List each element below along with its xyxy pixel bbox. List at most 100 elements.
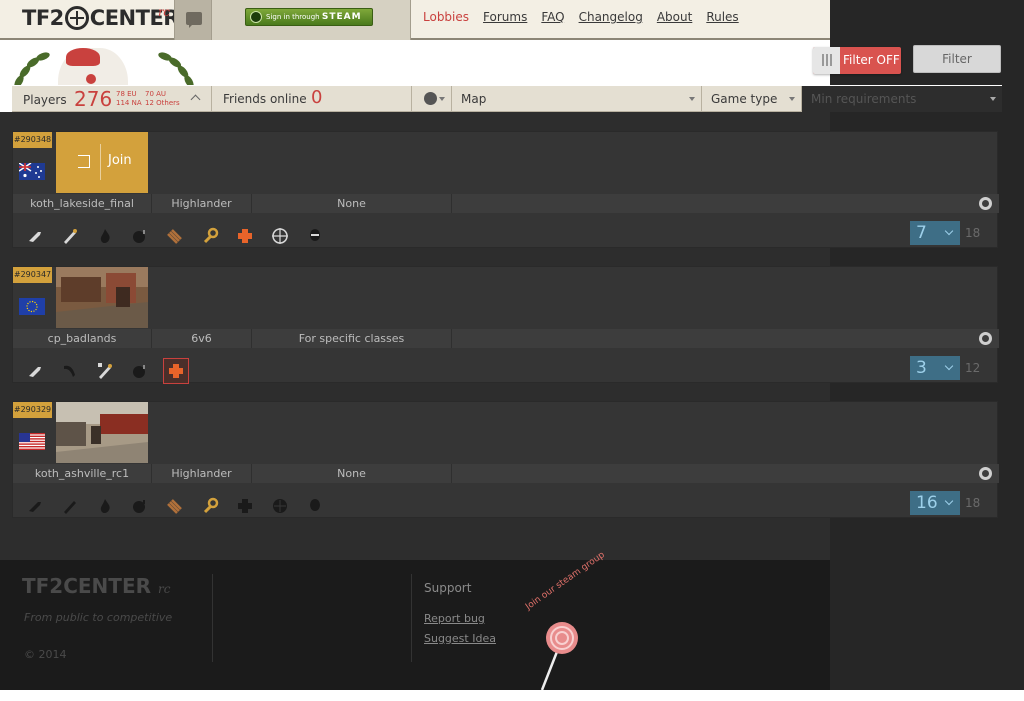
nav-lobbies[interactable]: Lobbies xyxy=(423,10,469,24)
slots-filled: 7 xyxy=(916,223,927,243)
nav-rules[interactable]: Rules xyxy=(706,10,738,24)
demoman-icon[interactable] xyxy=(130,496,150,516)
steam-group-lollipop-icon[interactable] xyxy=(520,598,610,690)
join-icon xyxy=(78,155,90,168)
join-label: Join xyxy=(108,153,132,168)
lobby-card[interactable]: #290348 Join koth_lakeside_final Highlan… xyxy=(12,131,999,248)
slot-count-dropdown[interactable]: 16 xyxy=(910,491,960,515)
laurel-right-icon xyxy=(148,48,208,90)
scout-icon[interactable] xyxy=(25,226,45,246)
soldier-icon[interactable] xyxy=(60,226,80,246)
steam-button-brand: STEAM xyxy=(321,12,362,22)
lobby-game-type: 6v6 xyxy=(152,329,252,348)
footer-logo[interactable]: TF2CENTER rc xyxy=(22,574,170,598)
chevron-up-icon xyxy=(190,94,201,105)
slots-filled: 3 xyxy=(916,358,927,378)
footer-divider xyxy=(411,574,412,662)
chevron-down-icon xyxy=(990,97,996,101)
footer-logo-suffix: rc xyxy=(157,582,171,596)
friends-online[interactable]: Friends online 0 xyxy=(212,86,412,112)
steam-sign-in-button[interactable]: Sign in through STEAM xyxy=(245,8,373,26)
footer: TF2CENTER rc From public to competitive … xyxy=(0,550,830,690)
lobby-card[interactable]: #290347 cp_badlands 6v6 For specific cla… xyxy=(12,266,999,384)
nav-forums[interactable]: Forums xyxy=(483,10,527,24)
scout-icon[interactable] xyxy=(25,496,45,516)
lobby-game-type: Highlander xyxy=(152,194,252,213)
pyro-icon[interactable] xyxy=(95,496,115,516)
nav-faq[interactable]: FAQ xyxy=(541,10,564,24)
lobby-game-type: Highlander xyxy=(152,464,252,483)
footer-divider xyxy=(212,574,213,662)
game-type-select[interactable]: Game type xyxy=(702,86,802,112)
slots-max: 18 xyxy=(965,226,981,240)
crosshair-logo-icon xyxy=(64,6,89,30)
soldier-icon[interactable] xyxy=(60,496,80,516)
demoman-icon[interactable] xyxy=(130,226,150,246)
steam-icon xyxy=(979,332,992,345)
steam-icon xyxy=(250,11,262,23)
medic-icon[interactable] xyxy=(235,226,255,246)
main-nav: Lobbies Forums FAQ Changelog About Rules xyxy=(423,10,753,24)
soldier-icon[interactable] xyxy=(60,361,80,381)
nav-about[interactable]: About xyxy=(657,10,692,24)
footer-tagline: From public to competitive xyxy=(24,611,173,624)
site-logo[interactable]: TF2 CENTER rc xyxy=(22,5,179,30)
chat-button[interactable] xyxy=(174,0,212,40)
lobby-map: koth_ashville_rc1 xyxy=(13,464,152,483)
players-na: 114 NA xyxy=(116,99,142,107)
engineer-icon[interactable] xyxy=(200,496,220,516)
mascot-hat xyxy=(66,48,100,66)
sniper-icon[interactable] xyxy=(270,226,290,246)
filter-button[interactable]: Filter xyxy=(913,45,1001,73)
eu-flag-icon xyxy=(19,298,45,315)
players-summary[interactable]: Players 276 78 EU 70 AU 114 NA 12 Others xyxy=(12,86,212,112)
australia-flag-icon xyxy=(19,163,45,180)
players-other: 12 Others xyxy=(145,99,180,107)
slot-count-dropdown[interactable]: 3 xyxy=(910,356,960,380)
heavy-icon[interactable] xyxy=(165,226,185,246)
filter-toggle[interactable]: Filter OFF xyxy=(813,47,901,74)
lobby-card[interactable]: #290329 koth_ashville_rc1 Highlander Non… xyxy=(12,401,999,518)
lobby-info-row: koth_lakeside_final Highlander None xyxy=(13,194,999,213)
support-title: Support xyxy=(424,581,472,595)
footer-copyright: © 2014 xyxy=(24,648,67,661)
lobby-id: #290329 xyxy=(13,402,52,418)
slot-count-dropdown[interactable]: 7 xyxy=(910,221,960,245)
steam-icon xyxy=(979,467,992,480)
page: TF2 CENTER rc Sign in through STEAM Lobbi… xyxy=(0,0,1024,701)
friends-count: 0 xyxy=(311,87,323,108)
globe-icon xyxy=(424,92,437,105)
lobby-id: #290347 xyxy=(13,267,52,283)
pocket-soldier-icon[interactable] xyxy=(95,361,115,381)
demoman-icon[interactable] xyxy=(130,361,150,381)
medic-icon[interactable] xyxy=(163,358,189,384)
pyro-icon[interactable] xyxy=(95,226,115,246)
map-select-label: Map xyxy=(461,92,487,106)
chevron-down-icon xyxy=(944,496,954,506)
medic-icon[interactable] xyxy=(235,496,255,516)
sniper-icon[interactable] xyxy=(270,496,290,516)
chevron-down-icon xyxy=(789,97,795,101)
scout-icon[interactable] xyxy=(25,361,45,381)
heavy-icon[interactable] xyxy=(165,496,185,516)
engineer-icon[interactable] xyxy=(200,226,220,246)
spy-icon[interactable] xyxy=(305,226,325,246)
spy-icon[interactable] xyxy=(305,496,325,516)
slots-filled: 16 xyxy=(916,493,938,513)
lobby-info-row: cp_badlands 6v6 For specific classes xyxy=(13,329,999,348)
lobby-restriction: None xyxy=(252,464,452,483)
suggest-idea-link[interactable]: Suggest Idea xyxy=(424,632,496,645)
logo-text: TF2 xyxy=(22,6,64,30)
min-requirements-select[interactable]: Min requirements xyxy=(802,86,1002,112)
map-select[interactable]: Map xyxy=(452,86,702,112)
join-divider xyxy=(100,144,101,180)
map-thumbnail xyxy=(56,402,148,463)
report-bug-link[interactable]: Report bug xyxy=(424,612,485,625)
nav-changelog[interactable]: Changelog xyxy=(579,10,643,24)
usa-flag-icon xyxy=(19,433,45,450)
filter-bar: Players 276 78 EU 70 AU 114 NA 12 Others… xyxy=(12,85,1002,112)
join-button[interactable]: Join xyxy=(56,132,148,193)
lobby-restriction: None xyxy=(252,194,452,213)
slots-max: 18 xyxy=(965,496,981,510)
region-select[interactable] xyxy=(412,86,452,112)
